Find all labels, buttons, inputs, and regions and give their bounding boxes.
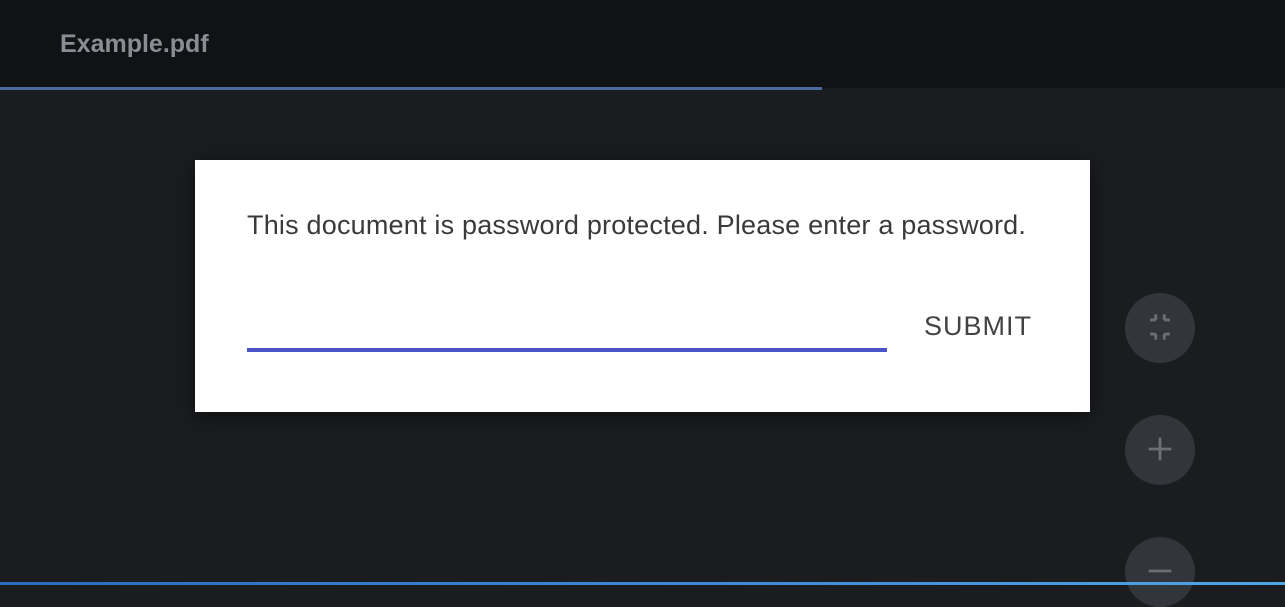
- dialog-message: This document is password protected. Ple…: [247, 210, 1040, 241]
- password-dialog: This document is password protected. Ple…: [195, 160, 1090, 412]
- document-title: Example.pdf: [60, 30, 209, 59]
- fit-page-button[interactable]: [1125, 293, 1195, 363]
- submit-button[interactable]: SUBMIT: [916, 305, 1040, 348]
- input-row: SUBMIT: [247, 301, 1040, 352]
- zoom-in-button[interactable]: [1125, 415, 1195, 485]
- plus-icon: [1143, 432, 1177, 469]
- password-input[interactable]: [247, 301, 887, 352]
- header-bar: Example.pdf: [0, 0, 1285, 88]
- fit-page-icon: [1143, 310, 1177, 347]
- zoom-out-button[interactable]: [1125, 537, 1195, 607]
- zoom-controls: [1125, 293, 1195, 607]
- content-area: This document is password protected. Ple…: [0, 88, 1285, 583]
